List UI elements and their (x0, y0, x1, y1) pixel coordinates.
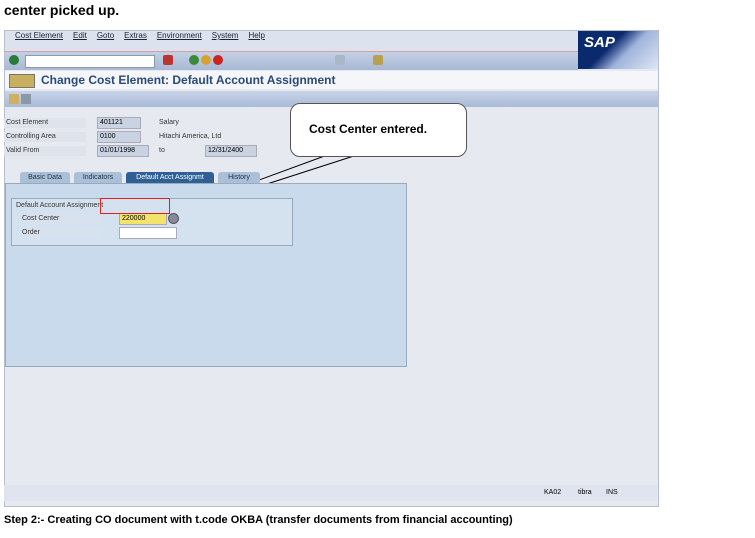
caption-text: Step 2:- Creating CO document with t.cod… (4, 514, 513, 526)
tab-panel: Default Account Assignment Cost Center 2… (5, 183, 407, 367)
default-account-assignment-group: Default Account Assignment Cost Center 2… (11, 198, 293, 246)
search-help-icon[interactable] (168, 213, 179, 224)
callout-box: Cost Center entered. (290, 103, 467, 157)
tab-basic-data[interactable]: Basic Data (20, 172, 70, 183)
cost-center-label: Cost Center (20, 214, 102, 224)
highlight-box (100, 198, 170, 214)
callout-text: Cost Center entered. (309, 122, 428, 136)
status-server: tibra (578, 489, 592, 496)
tab-history[interactable]: History (218, 172, 260, 183)
caption-label: Step 2:- Creating CO document with t.cod… (4, 514, 513, 526)
order-label: Order (20, 228, 102, 238)
order-field[interactable] (119, 227, 177, 239)
status-tcode: KA02 (544, 489, 562, 496)
status-mode: INS (606, 489, 618, 496)
tab-default-acct-assignmt[interactable]: Default Acct Assignmt (126, 172, 214, 183)
tab-indicators[interactable]: Indicators (74, 172, 122, 183)
cost-center-field[interactable]: 220000 (119, 213, 167, 225)
status-bar: KA02 tibra INS (4, 485, 657, 501)
